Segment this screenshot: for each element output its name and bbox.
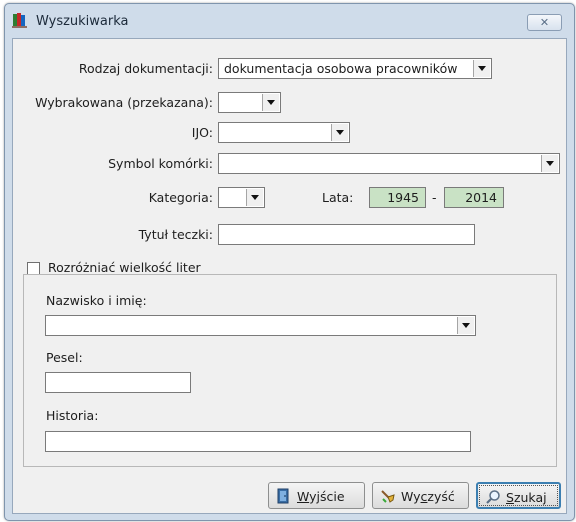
kategoria-dropdown[interactable] [218,187,265,208]
tytul-input[interactable] [218,224,475,245]
case-sensitive-label: Rozróżniać wielkość liter [48,260,201,275]
nazwisko-label: Nazwisko i imię: [46,293,147,308]
dialog-body: Rodzaj dokumentacji: dokumentacja osobow… [12,38,567,514]
wybrakowana-label: Wybrakowana (przekazana): [35,95,213,110]
lata-to-value: 2014 [465,190,497,205]
pesel-label: Pesel: [46,350,83,365]
lata-label: Lata: [322,190,354,205]
symbol-dropdown[interactable] [218,153,560,174]
chevron-down-icon[interactable] [331,124,348,141]
rodzaj-value: dokumentacja osobowa pracowników [224,61,458,76]
clear-label-end: zyść [427,489,455,504]
chevron-down-icon[interactable] [457,317,474,334]
close-icon: ✕ [539,16,550,29]
door-exit-icon [277,488,289,504]
chevron-down-icon[interactable] [541,155,558,172]
lata-separator: - [432,190,437,205]
historia-input[interactable] [45,431,471,452]
kategoria-label: Kategoria: [148,190,213,205]
clear-button[interactable]: Wyczyść [372,482,469,509]
ijo-dropdown[interactable] [218,122,350,143]
search-mnemonic: S [506,490,514,505]
clear-label-start: Wy [401,489,421,504]
nazwisko-dropdown[interactable] [45,315,476,336]
search-dialog: Wyszukiwarka ✕ Rodzaj dokumentacji: doku… [4,3,575,521]
search-button[interactable]: Szukaj [476,482,561,509]
person-panel: Nazwisko i imię: Pesel: Historia: [23,274,557,467]
rodzaj-label: Rodzaj dokumentacji: [78,61,213,76]
lata-from-value: 1945 [387,190,419,205]
magnifier-icon [486,490,500,504]
window-title: Wyszukiwarka [36,14,129,29]
broom-icon [381,490,395,503]
search-label: zukaj [513,490,547,505]
close-button[interactable]: ✕ [527,14,562,31]
rodzaj-dropdown[interactable]: dokumentacja osobowa pracowników [218,58,492,79]
tytul-label: Tytuł teczki: [138,227,213,242]
chevron-down-icon[interactable] [262,94,279,111]
lata-to-input[interactable]: 2014 [444,187,504,208]
exit-button[interactable]: Wyjście [268,482,365,509]
pesel-input[interactable] [45,372,191,393]
app-books-icon [12,13,27,28]
lata-from-input[interactable]: 1945 [369,187,426,208]
historia-label: Historia: [46,408,99,423]
symbol-label: Symbol komórki: [108,156,213,171]
wybrakowana-dropdown[interactable] [218,92,281,113]
ijo-label: IJO: [191,125,213,140]
title-bar: Wyszukiwarka ✕ [5,4,574,38]
chevron-down-icon[interactable] [473,60,490,77]
chevron-down-icon[interactable] [246,189,263,206]
exit-label: yjście [309,489,345,504]
exit-mnemonic: W [297,489,310,504]
